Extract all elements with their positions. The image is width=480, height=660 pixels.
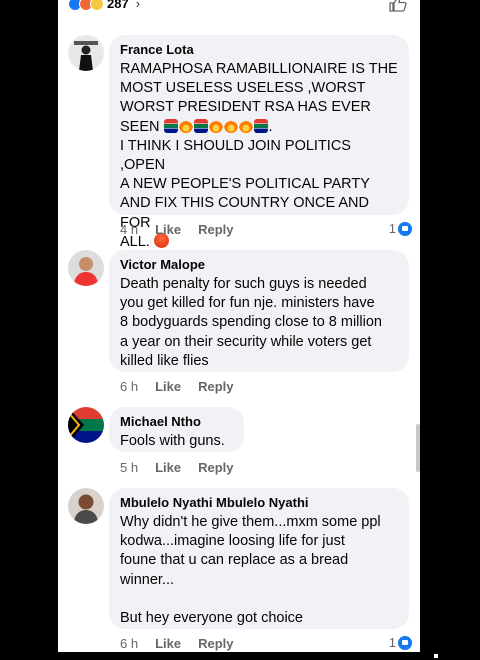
comment-line: winner... [120,571,174,588]
fire-emoji-icon [238,118,253,133]
comment-time[interactable]: 6 h [120,379,138,394]
chevron-right-icon: › [135,0,141,11]
comment-line: 8 bodyguards spending close to 8 million [120,314,382,331]
fire-emoji-icon [208,118,223,133]
reaction-count: 287 [107,0,129,11]
comment-actions: 6 h Like Reply [120,379,234,394]
like-button[interactable]: Like [155,222,181,237]
bottom-edge [0,652,480,660]
like-icon [398,221,412,236]
comment-bubble[interactable]: Michael Ntho Fools with guns. [109,407,244,452]
comment-line: Why didn't he give them...mxm some ppl [120,514,381,530]
nav-dot-icon [434,654,438,658]
sa-flag-emoji-icon [253,118,268,133]
post-reactions-bar[interactable]: 287 › [58,0,420,16]
like-button[interactable]: Like [155,460,181,475]
comment-text: Fools with guns. [120,432,233,451]
comment-line-blank [120,590,398,609]
comment-actions: 4 h Like Reply [120,222,234,237]
reaction-number: 1 [388,221,396,236]
reply-button[interactable]: Reply [198,222,233,237]
sad-icon [90,0,104,11]
comment-line: SEEN [120,118,164,135]
comment-line: a year on their security while voters ge… [120,333,372,350]
avatar-mbulelo-nyathi-icon [68,488,104,524]
comment-reaction-count[interactable]: 1 [389,221,412,236]
like-button[interactable]: Like [155,379,181,394]
comment-line: I THINK I SHOULD JOIN POLITICS ,OPEN [120,137,351,174]
comment-time[interactable]: 6 h [120,636,138,651]
comment-text: Why didn't he give them...mxm some ppl k… [120,513,398,628]
comment-time[interactable]: 4 h [120,222,138,237]
comment-line: killed like flies [120,352,209,369]
comments-screen: 287 › France Lota RAMAPHOSA RAMABILLIONA… [58,0,420,660]
like-button[interactable]: Like [155,636,181,651]
comment-line: foune that u can replace as a bread [120,552,349,569]
comment-bubble[interactable]: Victor Malope Death penalty for such guy… [109,250,409,372]
comment-line: MOST USELESS USELESS ,WORST [120,80,366,97]
like-icon [398,635,412,650]
reaction-number: 1 [388,635,396,650]
comment-reaction-count[interactable]: 1 [389,635,412,650]
comment-line: you get killed for fun nje. ministers ha… [120,295,375,312]
comment-time[interactable]: 5 h [120,460,138,475]
comment-text: Death penalty for such guys is needed yo… [120,275,398,371]
comment-author[interactable]: Michael Ntho [120,414,233,430]
avatar-michael-ntho-icon [68,407,104,443]
reply-button[interactable]: Reply [198,460,233,475]
comment-line: But hey everyone got choice [120,610,303,626]
avatar[interactable] [68,35,104,71]
comment-line: A NEW PEOPLE'S POLITICAL PARTY [120,176,370,193]
reply-button[interactable]: Reply [198,379,233,394]
avatar[interactable] [68,407,104,443]
reply-button[interactable]: Reply [198,636,233,651]
fire-emoji-icon [223,118,238,133]
avatar[interactable] [68,250,104,286]
comment-line: Death penalty for such guys is needed [120,276,367,292]
avatar-victor-malope-icon [68,250,104,286]
fire-emoji-icon [178,118,193,133]
comment-actions: 6 h Like Reply [120,636,234,651]
comment-line-emoji: SEEN . [120,118,273,135]
sa-flag-emoji-icon [193,118,208,133]
comment-line: WORST PRESIDENT RSA HAS EVER [120,99,371,116]
comment-actions: 5 h Like Reply [120,460,234,475]
scrollbar[interactable] [416,424,420,472]
comment-author[interactable]: Mbulelo Nyathi Mbulelo Nyathi [120,495,398,511]
comment-line: kodwa...imagine loosing life for just [120,533,345,550]
avatar[interactable] [68,488,104,524]
avatar-france-lota-icon [68,35,104,71]
comment-line: RAMAPHOSA RAMABILLIONAIRE IS THE [120,61,398,77]
comment-author[interactable]: France Lota [120,42,398,58]
sa-flag-emoji-icon [163,118,178,133]
reaction-summary[interactable]: 287 › [68,0,140,11]
like-outline-icon[interactable] [388,0,408,12]
comment-bubble[interactable]: France Lota RAMAPHOSA RAMABILLIONAIRE IS… [109,35,409,250]
comment-author[interactable]: Victor Malope [120,257,398,273]
comment-bubble[interactable]: Mbulelo Nyathi Mbulelo Nyathi Why didn't… [109,488,409,629]
comment-line: Fools with guns. [120,433,225,449]
